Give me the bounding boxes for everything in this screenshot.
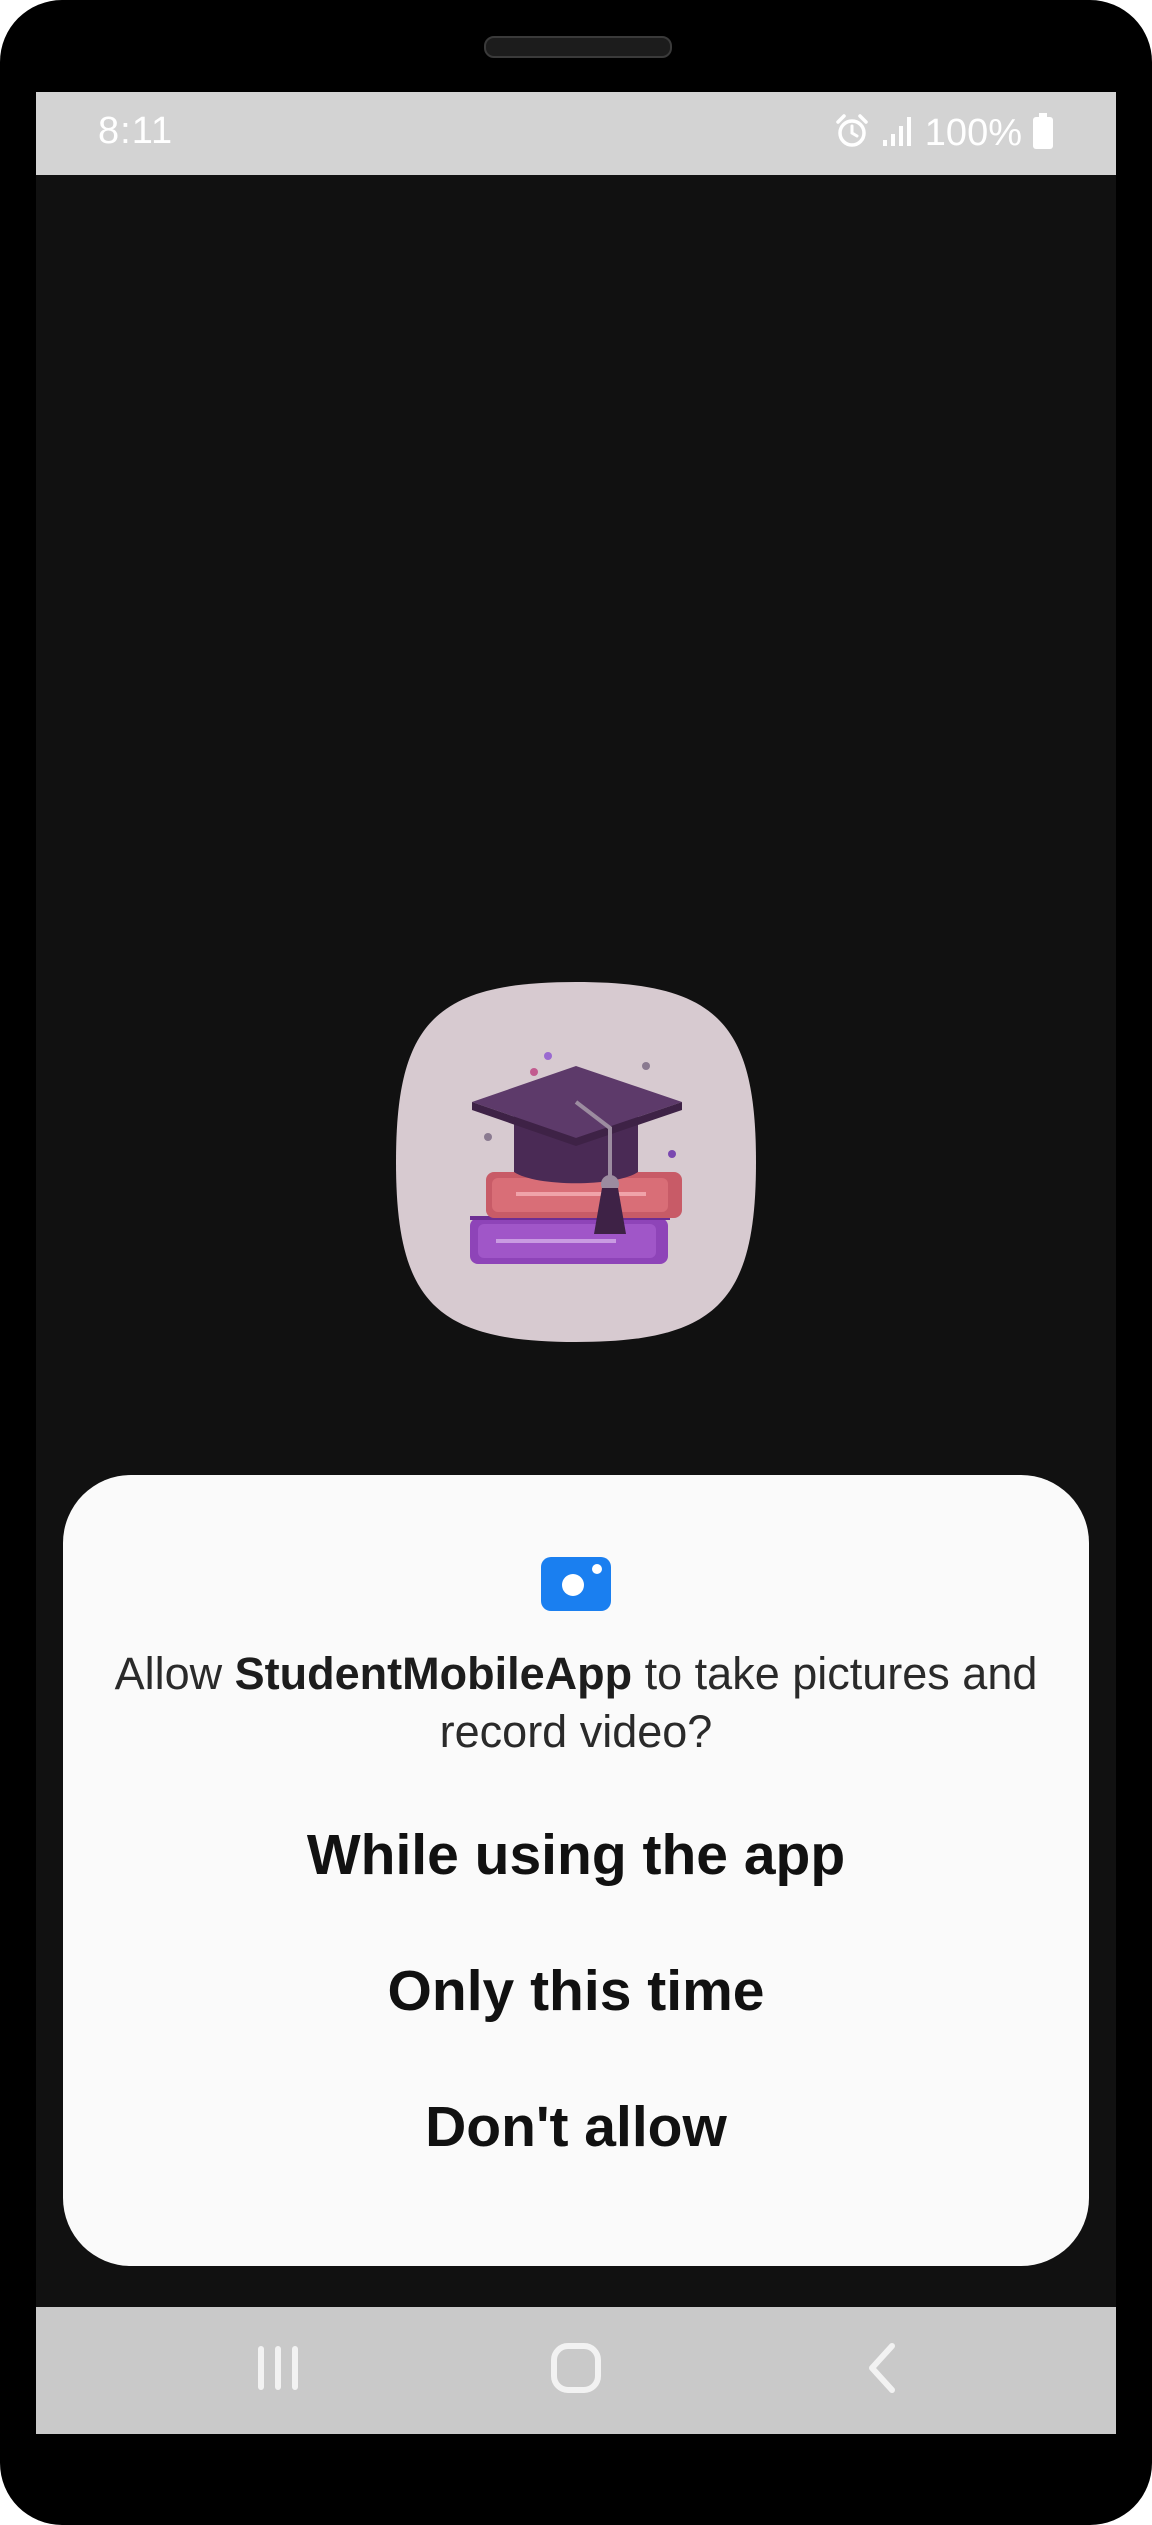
back-icon [862,2340,902,2401]
battery-percentage: 100% [924,111,1022,154]
status-icons: 100% [833,108,1054,158]
phone-chin [0,2434,1152,2525]
dont-allow-button[interactable]: Don't allow [123,2067,1029,2187]
status-bar: 8:11 100% [36,92,1116,175]
earpiece-speaker [484,36,672,58]
battery-icon [1032,112,1054,155]
status-time: 8:11 [98,110,174,152]
graduation-cap-books-icon [396,982,756,1342]
while-using-app-button[interactable]: While using the app [123,1795,1029,1915]
permission-dialog: Allow StudentMobileApp to take pictures … [63,1475,1089,2266]
alarm-icon [833,112,871,155]
message-prefix: Allow [114,1648,235,1699]
camera-icon [541,1557,611,1611]
signal-icon [881,114,915,153]
home-button[interactable] [526,2335,626,2405]
navigation-bar [36,2307,1116,2434]
back-button[interactable] [832,2335,932,2405]
phone-frame: 8:11 100% Allow StudentMobileApp to take… [0,0,1152,2525]
app-name: StudentMobileApp [234,1648,633,1699]
recents-button[interactable] [228,2335,328,2405]
screen: 8:11 100% Allow StudentMobileApp to take… [36,92,1116,2434]
home-icon [550,2342,602,2399]
permission-message: Allow StudentMobileApp to take pictures … [103,1645,1049,1761]
only-this-time-button[interactable]: Only this time [123,1931,1029,2051]
app-logo [396,982,756,1342]
recents-icon [254,2342,302,2399]
